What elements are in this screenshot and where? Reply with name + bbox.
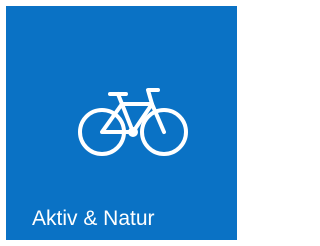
bicycle-icon xyxy=(72,80,192,160)
tile-label: Aktiv & Natur xyxy=(32,207,155,230)
category-tile-aktiv-natur[interactable]: Aktiv & Natur xyxy=(6,6,237,240)
